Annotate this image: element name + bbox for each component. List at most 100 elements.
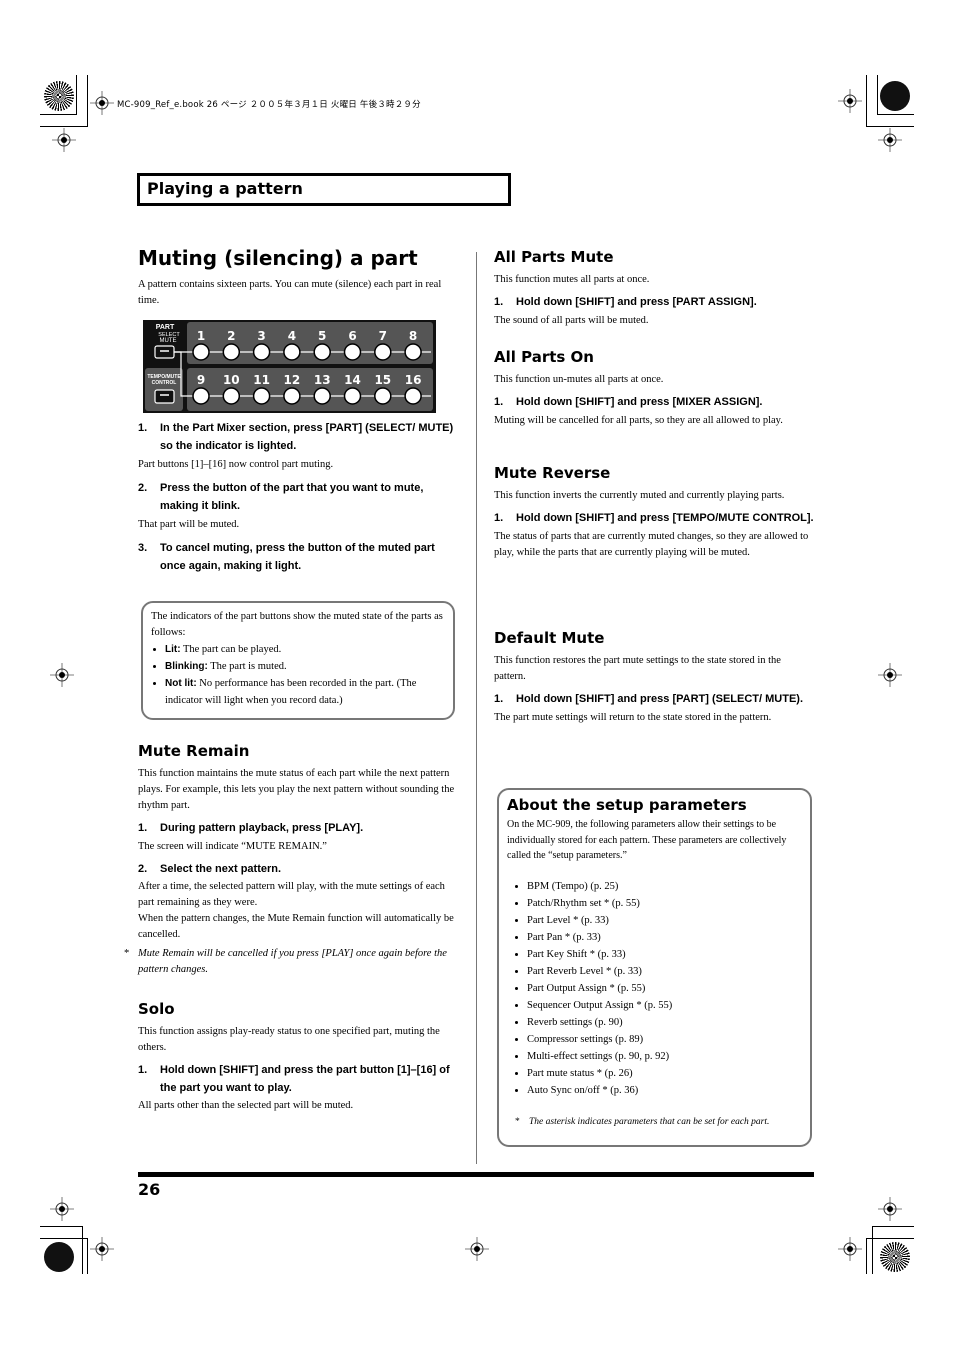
list-item: BPM (Tempo) (p. 25): [527, 878, 810, 895]
step-number: 1.: [138, 822, 148, 834]
steps-list: 1. In the Part Mixer section, press [PAR…: [138, 420, 458, 575]
subsection-title: Solo: [138, 1000, 175, 1018]
step-number: 1.: [494, 296, 504, 308]
step-number: 1.: [494, 512, 504, 524]
subsection-intro: This function mutes all parts at once.: [494, 274, 650, 285]
crosshair-icon: [878, 663, 902, 687]
registration-target-icon: [44, 81, 74, 111]
list-item: Not lit: No performance has been recorde…: [165, 675, 453, 709]
part-button-13[interactable]: [313, 387, 331, 405]
indicator-states-list: Lit: The part can be played. Blinking: T…: [143, 641, 453, 709]
step-text: Hold down [SHIFT] and press [PART] (SELE…: [516, 693, 804, 705]
crosshair-icon: [50, 663, 74, 687]
step-1: 1. During pattern playback, press [PLAY]…: [138, 820, 458, 838]
footer-rule: [138, 1172, 814, 1177]
part-number-label: 5: [318, 329, 326, 343]
state-label: Blinking:: [165, 661, 208, 672]
state-label: Not lit:: [165, 678, 197, 689]
part-button-12[interactable]: [283, 387, 301, 405]
step-1: 1. Hold down [SHIFT] and press [PART] (S…: [494, 691, 814, 709]
part-button-9[interactable]: [192, 387, 210, 405]
step-text: Hold down [SHIFT] and press [PART ASSIGN…: [516, 296, 757, 308]
subsection-intro: This function maintains the mute status …: [138, 768, 455, 811]
tempo-mute-control-button[interactable]: [154, 389, 175, 404]
step-3: 3. To cancel muting, press the button of…: [138, 540, 458, 575]
part-number-label: 12: [284, 373, 301, 387]
state-text: The part can be played.: [180, 644, 282, 655]
step-description: The part mute settings will return to th…: [494, 711, 772, 723]
step-1: 1. In the Part Mixer section, press [PAR…: [138, 420, 458, 455]
part-button-5[interactable]: [313, 343, 331, 361]
box-intro: On the MC-909, the following parameters …: [507, 819, 787, 861]
part-number-label: 13: [314, 373, 331, 387]
step-description: The status of parts that are currently m…: [494, 530, 809, 558]
crosshair-icon: [878, 128, 902, 152]
part-number-label: 15: [374, 373, 391, 387]
state-text: No performance has been recorded in the …: [165, 678, 417, 706]
state-label: Lit:: [165, 644, 181, 655]
step-number: 1.: [494, 396, 504, 408]
step-description: The sound of all parts will be muted.: [494, 314, 649, 326]
part-number-label: 1: [197, 329, 205, 343]
list-item: Patch/Rhythm set * (p. 55): [527, 895, 810, 912]
part-button-4[interactable]: [283, 343, 301, 361]
part-button-2[interactable]: [222, 343, 241, 361]
part-button-14[interactable]: [343, 387, 362, 405]
part-button-7[interactable]: [374, 343, 392, 361]
control-label: CONTROL: [152, 380, 177, 386]
part-button-1[interactable]: [192, 343, 210, 361]
part-button-15[interactable]: [374, 387, 392, 405]
note-text: Mute Remain will be cancelled if you pre…: [138, 948, 447, 975]
part-number-label: 11: [253, 373, 270, 387]
part-number-label: 10: [223, 373, 240, 387]
part-button-11[interactable]: [252, 387, 271, 405]
section-title: Muting (silencing) a part: [138, 246, 418, 270]
section-intro: A pattern contains sixteen parts. You ca…: [138, 279, 442, 306]
note-text: The asterisk indicates parameters that c…: [529, 1116, 770, 1127]
crosshair-icon: [90, 91, 114, 115]
part-number-label: 3: [257, 329, 265, 343]
step-description: Part buttons [1]–[16] now control part m…: [138, 459, 334, 470]
subsection-title: Mute Reverse: [494, 464, 611, 482]
info-intro: The indicators of the part buttons show …: [151, 611, 443, 638]
step-text: Hold down [SHIFT] and press the part but…: [160, 1064, 450, 1094]
step-description: After a time, the selected pattern will …: [138, 881, 445, 908]
step-1: 1. Hold down [SHIFT] and press [TEMPO/MU…: [494, 510, 814, 528]
crosshair-icon: [52, 128, 76, 152]
page-number: 26: [138, 1180, 161, 1199]
part-button-6[interactable]: [343, 343, 362, 361]
mute-remain-section: Mute Remain This function maintains the …: [124, 742, 458, 978]
setup-parameters-list: BPM (Tempo) (p. 25)Patch/Rhythm set * (p…: [499, 878, 810, 1099]
part-label: PART: [156, 324, 175, 331]
crosshair-icon: [50, 1197, 74, 1221]
column-divider: [476, 252, 477, 1164]
registration-target-icon: [880, 81, 910, 111]
subsection-title: Mute Remain: [138, 742, 250, 760]
list-item: Part Output Assign * (p. 55): [527, 980, 810, 997]
part-button-3[interactable]: [252, 343, 271, 361]
part-select-mute-button[interactable]: [154, 345, 175, 359]
step-description: When the pattern changes, the Mute Remai…: [138, 913, 454, 940]
step-1: 1. Hold down [SHIFT] and press [MIXER AS…: [494, 394, 814, 412]
subsection-intro: This function assigns play-ready status …: [138, 1026, 440, 1053]
step-text: Hold down [SHIFT] and press [TEMPO/MUTE …: [516, 512, 814, 524]
list-item: Part Key Shift * (p. 33): [527, 946, 810, 963]
part-mixer-illustration: PART SELECT MUTE TEMPO/MUTE CONTROL 1234…: [143, 320, 436, 413]
crosshair-icon: [838, 1237, 862, 1261]
step-text: Hold down [SHIFT] and press [MIXER ASSIG…: [516, 396, 763, 408]
step-2: 2. Press the button of the part that you…: [138, 480, 458, 515]
note: * The asterisk indicates parameters that …: [515, 1116, 770, 1127]
registration-target-icon: [44, 1242, 74, 1272]
list-item: Part mute status * (p. 26): [527, 1065, 810, 1082]
list-item: Part Pan * (p. 33): [527, 929, 810, 946]
crosshair-icon: [878, 1197, 902, 1221]
list-item: Sequencer Output Assign * (p. 55): [527, 997, 810, 1014]
step-text: Select the next pattern.: [160, 862, 282, 875]
part-button-16[interactable]: [404, 387, 422, 405]
crosshair-icon: [838, 89, 862, 113]
default-mute-section: Default Mute This function restores the …: [494, 629, 814, 726]
registration-target-icon: [880, 1242, 910, 1272]
part-button-8[interactable]: [404, 343, 422, 361]
step-description: That part will be muted.: [138, 519, 240, 530]
part-button-10[interactable]: [222, 387, 241, 405]
